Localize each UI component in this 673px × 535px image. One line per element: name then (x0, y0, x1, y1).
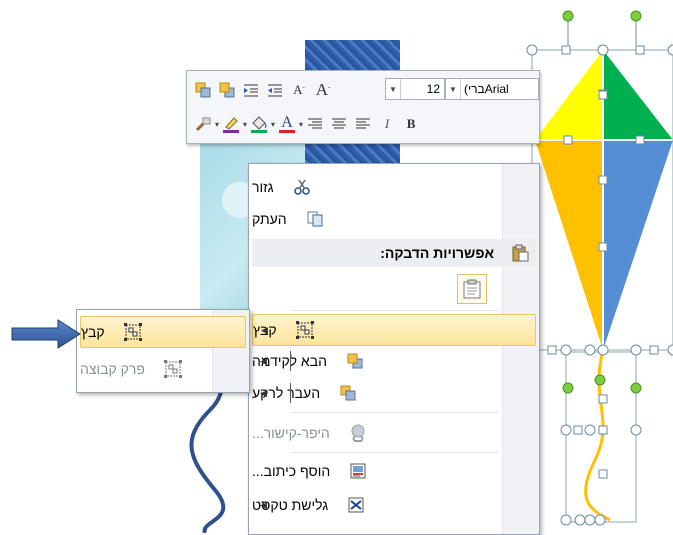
submenu-item-ungroup[interactable]: פרק קבוצה (80, 354, 246, 384)
menu-item-label: גזור (252, 179, 274, 195)
submenu-arrow-icon: ◀ (260, 355, 267, 366)
insert-caption-icon (342, 463, 374, 479)
submenu-arrow-icon: ◀ (260, 499, 267, 510)
italic-icon: I (384, 116, 390, 131)
group-icon (117, 323, 149, 341)
menu-separator (291, 310, 499, 311)
chevron-down-icon: ▾ (243, 119, 248, 129)
menu-item-copy[interactable]: העתק (252, 204, 536, 234)
split-divider (290, 383, 291, 403)
align-left-icon[interactable] (353, 114, 373, 134)
menu-separator (291, 452, 499, 453)
menu-item-label: קבץ (81, 324, 105, 340)
menu-item-group[interactable]: קבץ ◀ (252, 314, 536, 346)
menu-separator (291, 412, 499, 413)
submenu-item-group[interactable]: קבץ (80, 316, 246, 348)
bring-front-icon (339, 353, 371, 369)
chevron-down-icon: ▼ (446, 79, 461, 99)
scissors-icon (286, 179, 318, 195)
menu-item-label: הוסף כיתוב... (252, 463, 331, 479)
grow-font-button[interactable]: Aˆ (313, 80, 333, 100)
chevron-down-icon: ▼ (386, 79, 401, 99)
italic-button[interactable]: I (377, 114, 397, 134)
text-wrap-icon (340, 497, 372, 513)
menu-item-label: קבץ (253, 322, 277, 338)
align-center-icon[interactable] (329, 114, 349, 134)
font-name-dropdown[interactable]: ▼ (בריArial (445, 78, 539, 100)
font-name-value: (בריArial (464, 82, 509, 96)
send-back-icon (332, 385, 364, 401)
group-submenu: קבץ פרק קבוצה (76, 309, 250, 393)
menu-item-label: אפשרויות הדבקה: (380, 245, 494, 261)
kite-drawing[interactable] (520, 0, 673, 533)
context-menu: גזור העתק אפשרויות הדבקה: קבץ ◀ הבא לקיד… (248, 163, 540, 535)
bold-button[interactable]: B (401, 114, 421, 134)
font-size-value: 12 (426, 82, 440, 96)
bring-forward-icon[interactable] (193, 80, 213, 100)
menu-item-insert-caption[interactable]: הוסף כיתוב... (252, 456, 536, 486)
font-color-button[interactable]: A (277, 114, 297, 134)
menu-item-bring-to-front[interactable]: הבא לקידמה ◀ (252, 346, 536, 376)
paste-options-header: אפשרויות הדבקה: (252, 239, 536, 267)
increase-indent-icon[interactable] (241, 80, 261, 100)
menu-item-label: העתק (252, 211, 287, 227)
ungroup-icon (157, 360, 189, 378)
menu-item-label: פרק קבוצה (80, 361, 145, 377)
shrink-font-button[interactable]: Aˇ (289, 80, 309, 100)
chevron-down-icon: ▾ (215, 119, 220, 129)
copy-icon (299, 211, 331, 227)
font-size-dropdown[interactable]: ▼ 12 (385, 78, 445, 100)
pointer-arrow-icon (11, 319, 81, 349)
split-divider (290, 351, 291, 371)
hyperlink-icon (342, 424, 374, 442)
line-color-icon[interactable] (221, 114, 241, 134)
submenu-arrow-icon: ◀ (260, 387, 267, 398)
decrease-indent-icon[interactable] (265, 80, 285, 100)
send-backward-icon[interactable] (217, 80, 237, 100)
font-color-icon: A (281, 113, 293, 131)
menu-item-send-to-back[interactable]: העבר לרקע ◀ (252, 378, 536, 408)
format-painter-icon[interactable] (193, 114, 213, 134)
submenu-arrow-icon: ◀ (261, 324, 268, 335)
grow-font-icon: A (315, 80, 328, 99)
chevron-down-icon: ▾ (271, 119, 276, 129)
align-right-icon[interactable] (305, 114, 325, 134)
chevron-down-icon: ▾ (299, 119, 304, 129)
fill-color-icon[interactable] (249, 114, 269, 134)
menu-item-label: היפר-קישור... (252, 425, 330, 441)
mini-toolbar: Aˇ Aˆ ▼ 12 ▼ (בריArial ▾ ▾ ▾ A ▾ I B (186, 70, 540, 144)
paste-clipboard-icon (463, 279, 481, 299)
paste-option-keep-formatting[interactable] (457, 274, 487, 304)
shrink-font-icon: A (293, 82, 303, 97)
menu-item-text-wrapping[interactable]: גלישת טקסט ◀ (252, 490, 536, 520)
menu-item-hyperlink[interactable]: היפר-קישור... (252, 418, 536, 448)
menu-item-cut[interactable]: גזור (252, 172, 536, 202)
group-icon (289, 321, 321, 339)
bold-icon: B (406, 116, 416, 131)
paste-icon (504, 244, 536, 262)
